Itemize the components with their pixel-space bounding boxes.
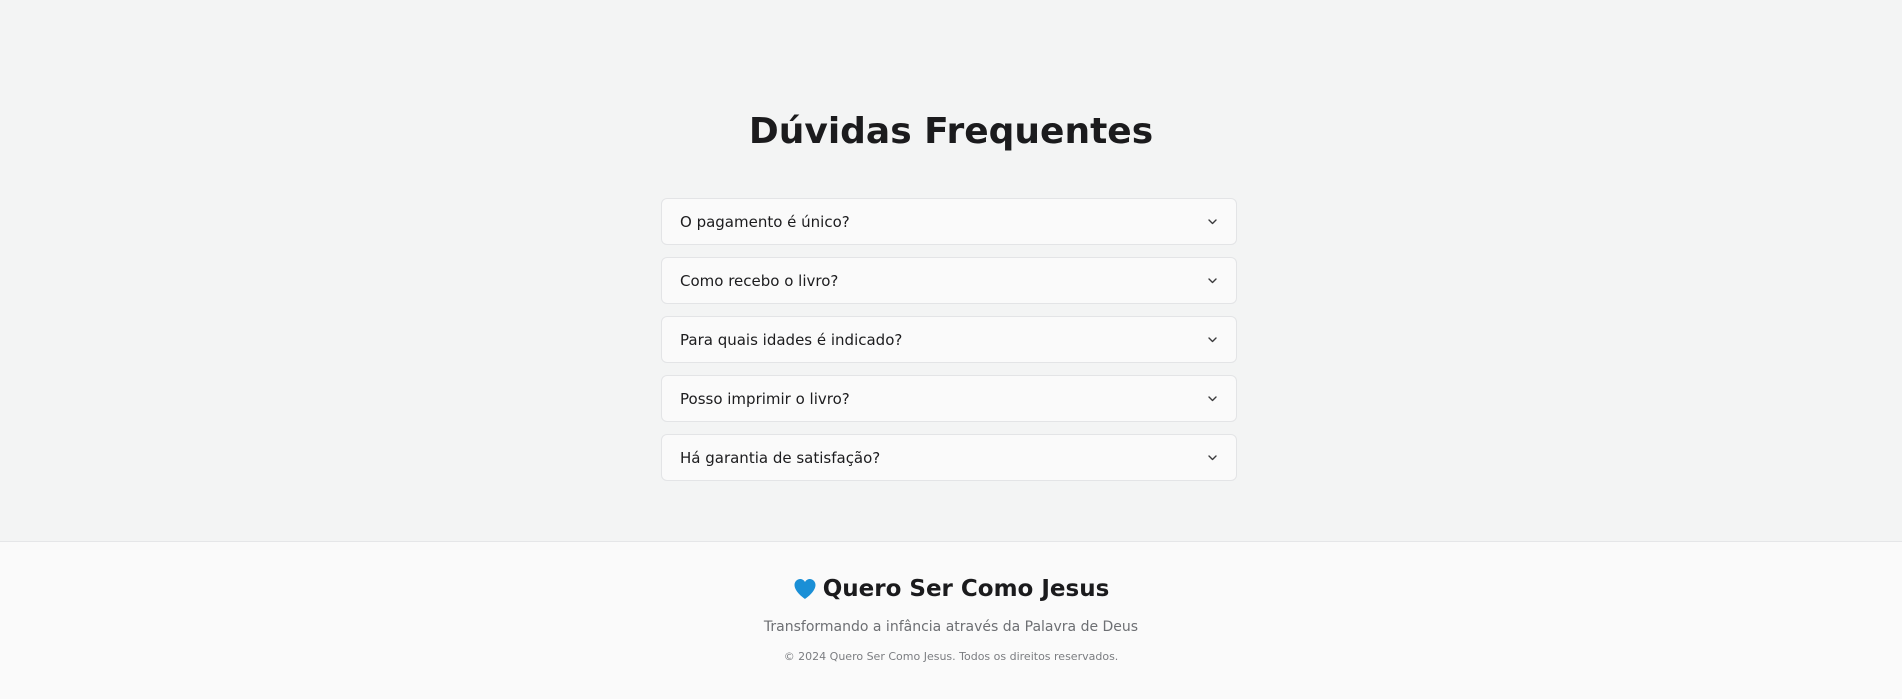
footer-copyright: © 2024 Quero Ser Como Jesus. Todos os di… [783, 650, 1119, 663]
chevron-down-icon [1206, 393, 1218, 405]
chevron-down-icon [1206, 334, 1218, 346]
faq-item[interactable]: Como recebo o livro? [661, 257, 1237, 304]
footer-brand: Quero Ser Como Jesus [0, 576, 1902, 602]
faq-list: O pagamento é único? Como recebo o livro… [661, 198, 1237, 493]
chevron-down-icon [1206, 275, 1218, 287]
faq-item[interactable]: Posso imprimir o livro? [661, 375, 1237, 422]
faq-question: Há garantia de satisfação? [680, 448, 881, 467]
faq-item[interactable]: Para quais idades é indicado? [661, 316, 1237, 363]
faq-question: O pagamento é único? [680, 212, 850, 231]
footer-tagline: Transformando a infância através da Pala… [763, 619, 1139, 635]
faq-question: Posso imprimir o livro? [680, 389, 850, 408]
heart-icon [793, 578, 817, 600]
chevron-down-icon [1206, 216, 1218, 228]
faq-section: Dúvidas Frequentes O pagamento é único? … [0, 0, 1902, 541]
faq-item[interactable]: Há garantia de satisfação? [661, 434, 1237, 481]
faq-question: Como recebo o livro? [680, 271, 839, 290]
faq-title: Dúvidas Frequentes [748, 111, 1154, 152]
site-footer: Quero Ser Como Jesus Transformando a inf… [0, 541, 1902, 699]
faq-question: Para quais idades é indicado? [680, 330, 903, 349]
chevron-down-icon [1206, 452, 1218, 464]
brand-name: Quero Ser Como Jesus [822, 576, 1110, 602]
faq-item[interactable]: O pagamento é único? [661, 198, 1237, 245]
